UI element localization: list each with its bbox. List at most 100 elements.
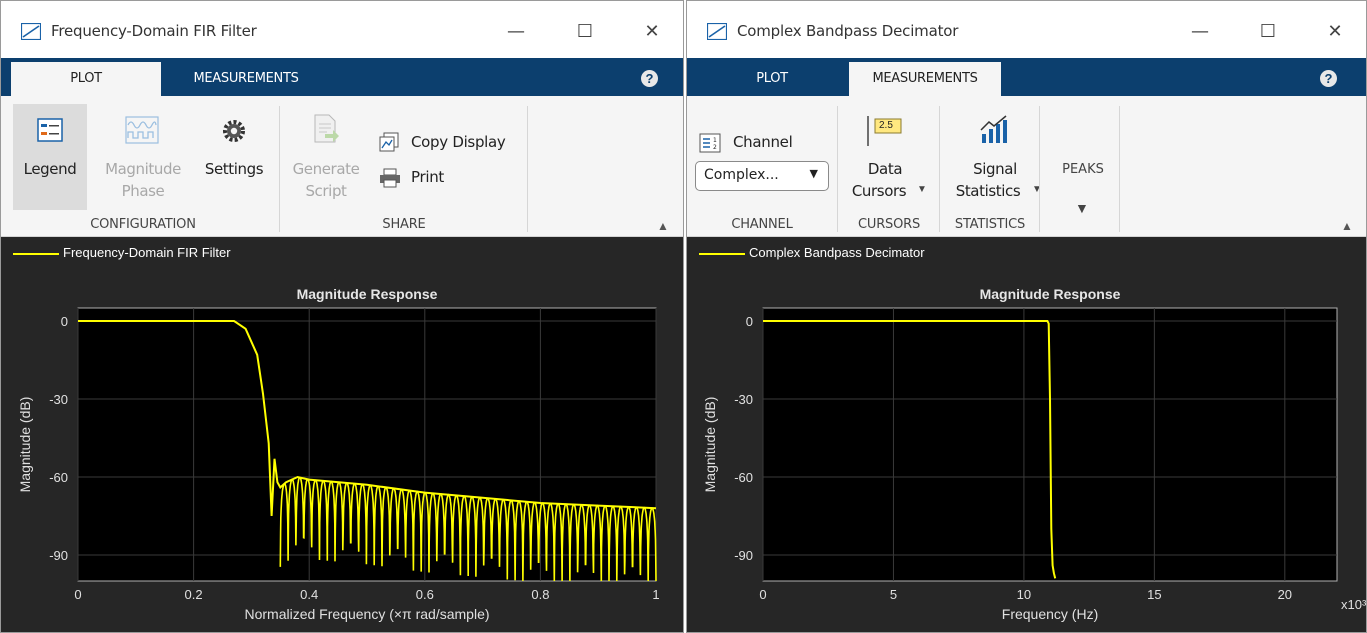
signal-statistics-icon xyxy=(980,115,1007,143)
svg-text:2: 2 xyxy=(713,144,717,151)
section-divider xyxy=(1039,106,1040,232)
y-tick-label: -60 xyxy=(49,470,68,485)
x-axis-label: Frequency (Hz) xyxy=(1002,606,1098,622)
print-icon xyxy=(380,168,400,188)
channel-section-label: CHANNEL xyxy=(731,217,793,232)
help-icon[interactable]: ? xyxy=(1320,70,1337,87)
script-label: Script xyxy=(305,182,347,200)
y-tick-label: -60 xyxy=(734,470,753,485)
tab-plot[interactable]: PLOT xyxy=(697,62,847,96)
ribbon: 1 2 Channel Complex... ▼ 2.5 Data Cursor… xyxy=(687,96,1366,237)
ribbon-tab-bar: PLOT MEASUREMENTS ? xyxy=(687,58,1366,96)
close-icon[interactable]: ✕ xyxy=(629,15,675,49)
right-window: Complex Bandpass Decimator — ☐ ✕ PLOT ME… xyxy=(686,0,1367,633)
legend: Frequency-Domain FIR Filter xyxy=(1,237,683,269)
generate-script-button[interactable]: Generate Script xyxy=(287,104,365,210)
x-tick-label: 0.4 xyxy=(300,587,318,602)
print-label: Print xyxy=(411,168,445,186)
collapse-ribbon-icon[interactable]: ▲ xyxy=(657,219,669,233)
ribbon-tab-bar: PLOT MEASUREMENTS ? xyxy=(1,58,683,96)
magnitude-response-chart[interactable]: 0 0.2 0.4 0.6 0.8 1 0 -30 -60 -90 Magnitude Respon… xyxy=(1,269,683,633)
legend-line-swatch xyxy=(699,253,745,255)
magnitude-label: Magnitude xyxy=(105,160,181,178)
x-axis-multiplier: x10³ xyxy=(1341,597,1366,612)
collapse-ribbon-icon[interactable]: ▲ xyxy=(1341,219,1353,233)
legend-button[interactable]: Legend xyxy=(13,104,87,210)
magnitude-phase-button[interactable]: Magnitude Phase xyxy=(97,104,189,210)
x-tick-label: 0 xyxy=(74,587,81,602)
cursor-badge-value: 2.5 xyxy=(879,120,893,131)
legend-entry: Frequency-Domain FIR Filter xyxy=(63,245,231,260)
legend-icon xyxy=(37,118,63,142)
ribbon: Legend Magnitude Phase Settings Generate… xyxy=(1,96,683,237)
x-tick-label: 5 xyxy=(890,587,897,602)
y-tick-label: -90 xyxy=(49,548,68,563)
chart-title: Magnitude Response xyxy=(980,286,1121,302)
configuration-section-label: CONFIGURATION xyxy=(90,217,196,232)
svg-text:1: 1 xyxy=(713,137,717,144)
maximize-icon[interactable]: ☐ xyxy=(1245,15,1291,49)
channel-icon: 1 2 xyxy=(699,133,721,153)
signal-label: Signal xyxy=(973,160,1017,178)
x-tick-label: 20 xyxy=(1278,587,1292,602)
settings-button[interactable]: Settings xyxy=(197,104,271,210)
help-icon[interactable]: ? xyxy=(641,70,658,87)
copy-display-label: Copy Display xyxy=(411,133,506,151)
minimize-icon[interactable]: — xyxy=(1177,15,1223,49)
x-tick-label: 10 xyxy=(1017,587,1031,602)
chart-title: Magnitude Response xyxy=(297,286,438,302)
signal-statistics-button[interactable]: Signal Statistics ▼ xyxy=(945,104,1045,210)
y-tick-label: -90 xyxy=(734,548,753,563)
share-section-label: SHARE xyxy=(382,217,426,232)
y-axis-label: Magnitude (dB) xyxy=(702,397,718,493)
legend-entry: Complex Bandpass Decimator xyxy=(749,245,925,260)
x-tick-label: 1 xyxy=(652,587,659,602)
x-axis-label: Normalized Frequency (×π rad/sample) xyxy=(244,606,489,622)
peaks-button[interactable]: PEAKS ▼ xyxy=(1047,104,1119,234)
legend: Complex Bandpass Decimator xyxy=(687,237,1366,269)
y-axis-label: Magnitude (dB) xyxy=(17,397,33,493)
magnitude-response-chart[interactable]: 0 5 10 15 20 0 -30 -60 -90 Magnitude Response Freq… xyxy=(687,269,1366,633)
copy-display-button[interactable]: Copy Display xyxy=(377,131,522,155)
scope-app-icon xyxy=(707,23,727,40)
chevron-down-icon: ▼ xyxy=(917,184,927,195)
legend-line-swatch xyxy=(13,253,59,255)
statistics-label: Statistics xyxy=(955,182,1021,200)
section-divider xyxy=(279,106,280,232)
x-tick-label: 15 xyxy=(1147,587,1161,602)
tab-measurements[interactable]: MEASUREMENTS xyxy=(171,62,321,96)
legend-label: Legend xyxy=(23,160,77,178)
left-window: Frequency-Domain FIR Filter — ☐ ✕ PLOT M… xyxy=(0,0,684,633)
tab-measurements[interactable]: MEASUREMENTS xyxy=(849,62,1001,96)
y-tick-label: 0 xyxy=(746,314,753,329)
channel-label: Channel xyxy=(733,133,793,151)
chevron-down-icon: ▼ xyxy=(809,167,818,180)
print-button[interactable]: Print xyxy=(377,166,477,190)
chevron-down-icon: ▼ xyxy=(1032,184,1042,195)
section-divider xyxy=(837,106,838,232)
magnitude-phase-icon xyxy=(125,116,159,144)
title-bar[interactable]: Frequency-Domain FIR Filter — ☐ ✕ xyxy=(1,1,683,57)
data-cursors-button[interactable]: 2.5 Data Cursors ▼ xyxy=(841,104,929,210)
close-icon[interactable]: ✕ xyxy=(1312,15,1358,49)
copy-display-icon xyxy=(379,132,399,152)
statistics-section-label: STATISTICS xyxy=(954,217,1026,232)
generate-script-icon xyxy=(314,114,339,143)
channel-button[interactable]: 1 2 Channel xyxy=(697,132,827,156)
section-divider xyxy=(939,106,940,232)
phase-label: Phase xyxy=(121,182,165,200)
maximize-icon[interactable]: ☐ xyxy=(562,15,608,49)
scope-app-icon xyxy=(21,23,41,40)
minimize-icon[interactable]: — xyxy=(493,15,539,49)
channel-select-value: Complex... xyxy=(704,167,779,183)
section-divider xyxy=(527,106,528,232)
section-divider xyxy=(1119,106,1120,232)
settings-label: Settings xyxy=(204,160,264,178)
y-tick-label: -30 xyxy=(734,392,753,407)
tab-plot[interactable]: PLOT xyxy=(11,62,161,96)
window-title: Frequency-Domain FIR Filter xyxy=(51,22,257,40)
title-bar[interactable]: Complex Bandpass Decimator — ☐ ✕ xyxy=(687,1,1366,57)
channel-select[interactable]: Complex... ▼ xyxy=(695,161,829,191)
window-title: Complex Bandpass Decimator xyxy=(737,22,959,40)
chevron-down-icon: ▼ xyxy=(1075,200,1089,216)
